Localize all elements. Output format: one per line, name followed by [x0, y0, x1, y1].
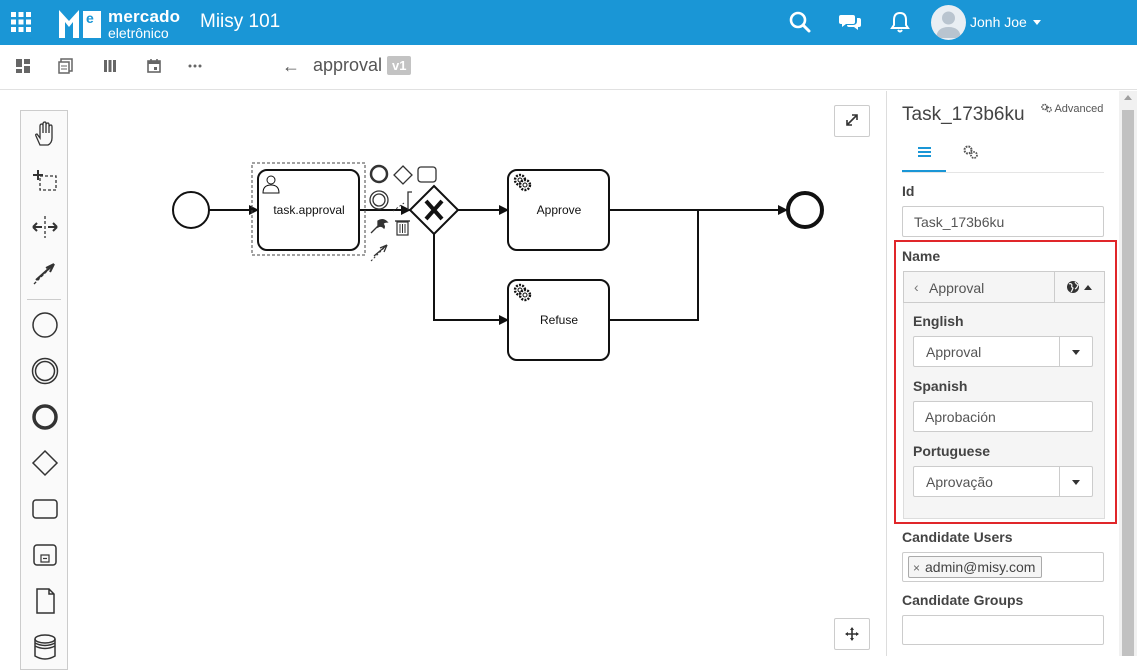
brand-line-2: eletrônico	[108, 25, 169, 41]
version-badge: v1	[387, 56, 412, 75]
candidate-groups-field[interactable]	[902, 615, 1104, 645]
divider	[1059, 467, 1060, 496]
refuse-task-label: Refuse	[540, 313, 578, 327]
chevron-down-icon[interactable]	[1033, 20, 1041, 25]
candidate-users-label: Candidate Users	[902, 529, 1013, 545]
portuguese-value: Aprovação	[926, 474, 993, 490]
language-label-spanish: Spanish	[913, 378, 968, 394]
pages-icon[interactable]	[58, 58, 74, 74]
app-title: Miisy 101	[200, 11, 281, 32]
brand-line-1: mercado	[108, 7, 181, 26]
divider	[1059, 337, 1060, 366]
user-chip-label: admin@misy.com	[925, 559, 1036, 575]
language-label-english: English	[913, 313, 964, 329]
advanced-label: Advanced	[1054, 103, 1104, 115]
bell-icon[interactable]	[888, 10, 912, 34]
mercado-eletronico-logo[interactable]: e	[57, 5, 103, 40]
tab-general[interactable]	[902, 136, 946, 172]
append-text-annotation-icon[interactable]	[392, 191, 412, 212]
apps-grid-icon[interactable]	[11, 12, 31, 32]
chat-icon[interactable]	[838, 10, 862, 34]
calendar-icon[interactable]	[146, 58, 162, 74]
scroll-up-arrow-icon[interactable]	[1124, 95, 1132, 100]
svg-text:e: e	[86, 10, 94, 26]
columns-icon[interactable]	[102, 58, 118, 74]
editor-toolbar	[0, 45, 1137, 90]
panel-title: Task_173b6ku	[902, 104, 1025, 125]
spanish-translation-field[interactable]: Aprobación	[913, 401, 1093, 432]
dashboard-icon[interactable]	[15, 58, 31, 74]
connect-icon[interactable]	[370, 244, 388, 262]
chevron-down-icon[interactable]	[1072, 480, 1080, 485]
id-field[interactable]: Task_173b6ku	[902, 206, 1104, 237]
start-event[interactable]	[172, 191, 210, 229]
tab-advanced[interactable]	[949, 136, 993, 172]
sequence-flow[interactable]	[609, 210, 699, 321]
globe-icon[interactable]	[1066, 280, 1080, 294]
candidate-users-field[interactable]: × admin@misy.com	[902, 552, 1104, 582]
user-silhouette-icon	[936, 11, 961, 38]
gears-icon	[963, 145, 978, 159]
brand-name: mercado eletrônico	[108, 8, 180, 40]
name-label: Name	[902, 248, 941, 264]
sequence-flow[interactable]	[433, 234, 509, 325]
process-title: approval	[313, 55, 383, 75]
scrollbar-thumb[interactable]	[1122, 110, 1134, 656]
avatar[interactable]	[931, 5, 966, 40]
end-event[interactable]	[786, 191, 824, 229]
name-field[interactable]: ‹ Approval	[903, 271, 1105, 303]
append-task-icon[interactable]	[417, 166, 437, 183]
name-value: Approval	[929, 280, 985, 296]
english-value: Approval	[926, 344, 982, 360]
append-end-event-icon[interactable]	[369, 164, 389, 184]
tabs-divider	[902, 172, 1104, 173]
back-arrow-icon[interactable]: ←	[282, 56, 300, 77]
diagram-canvas[interactable]: task.approval Approve Refuse	[0, 91, 886, 670]
chevron-left-icon[interactable]: ‹	[914, 279, 919, 295]
append-intermediate-event-icon[interactable]	[369, 190, 389, 210]
user-name[interactable]: Jonh Joe	[970, 14, 1027, 30]
remove-icon[interactable]: ×	[913, 561, 920, 575]
search-icon[interactable]	[788, 10, 812, 34]
portuguese-translation-field[interactable]: Aprovação	[913, 466, 1093, 497]
more-icon[interactable]	[187, 58, 203, 74]
user-task-label: task.approval	[273, 203, 344, 217]
id-label: Id	[902, 183, 915, 199]
trash-icon[interactable]	[395, 220, 410, 236]
wrench-icon[interactable]	[370, 219, 389, 234]
bpmn-diagram: task.approval Approve Refuse	[172, 162, 824, 361]
candidate-groups-label: Candidate Groups	[902, 592, 1024, 608]
divider	[1054, 272, 1055, 302]
approve-task-label: Approve	[537, 203, 582, 217]
chevron-down-icon[interactable]	[1072, 350, 1080, 355]
advanced-link[interactable]: Advanced	[1041, 103, 1103, 115]
top-nav-bar: e mercado eletrônico Miisy 101 Jonh Joe	[0, 0, 1137, 45]
append-gateway-icon[interactable]	[393, 165, 413, 185]
list-icon	[918, 147, 931, 157]
language-label-portuguese: Portuguese	[913, 443, 991, 459]
chevron-up-icon[interactable]	[1084, 285, 1092, 290]
gears-icon	[1041, 103, 1052, 113]
english-translation-field[interactable]: Approval	[913, 336, 1093, 367]
user-chip[interactable]: × admin@misy.com	[908, 556, 1043, 578]
